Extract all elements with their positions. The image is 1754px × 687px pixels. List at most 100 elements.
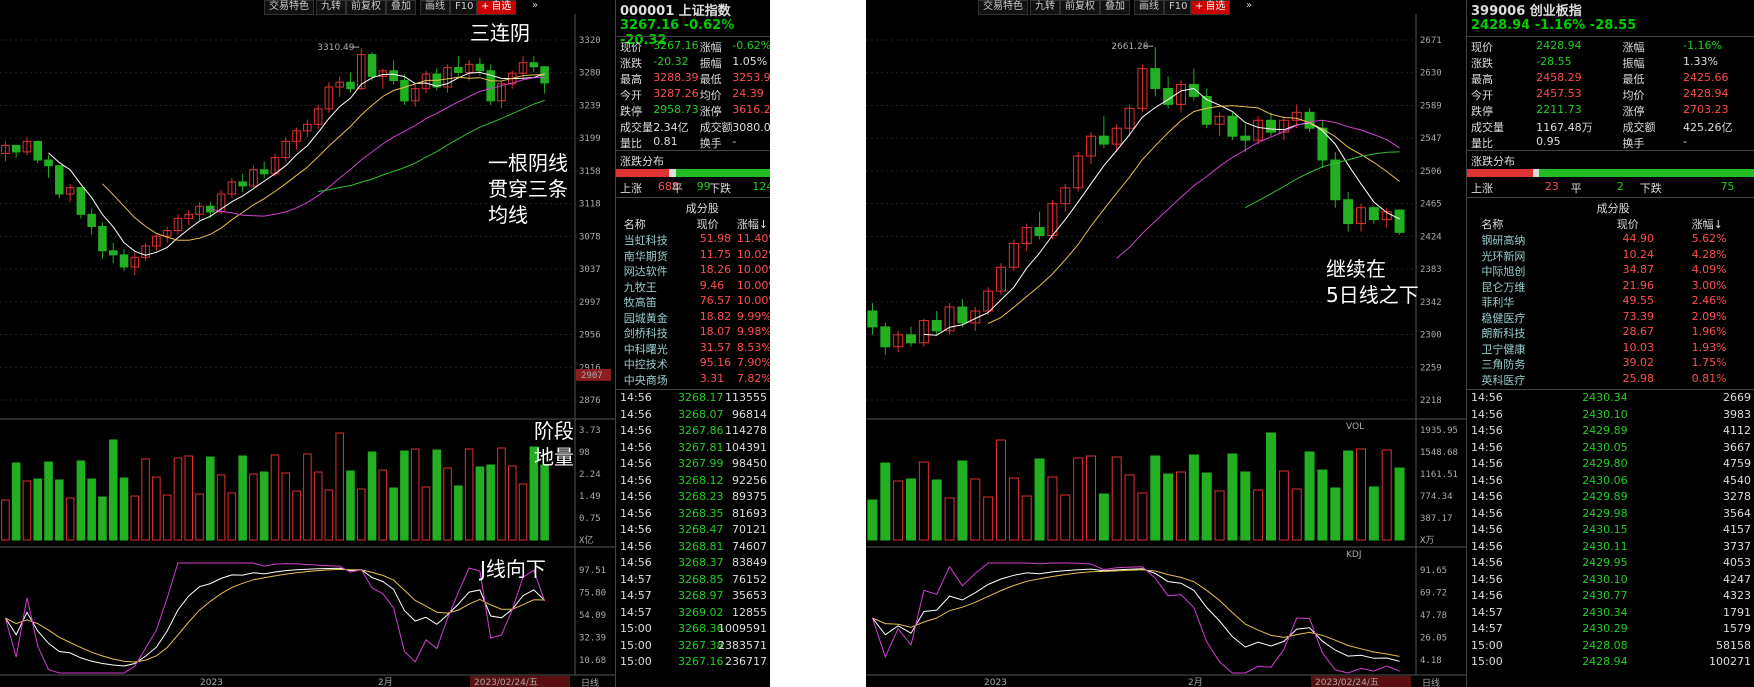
- stock-row[interactable]: 光环新网 10.24 4.28%: [1467, 247, 1754, 264]
- quote-row: 今开 3287.26 均价 24.39: [616, 86, 770, 103]
- date-box: 2023/02/24/五: [474, 678, 538, 687]
- candle-body-41: [1394, 209, 1405, 233]
- volume-bar-9: [98, 496, 107, 541]
- tick-row: 14:56 2430.11 3737: [1467, 539, 1754, 556]
- stock-row[interactable]: 朗新科技 28.67 1.96%: [1467, 324, 1754, 341]
- toolbar-item-6[interactable]: + 自选: [1190, 0, 1231, 15]
- quote-cell-0: 今开: [620, 89, 642, 102]
- tick-cell-1: 2428.08: [1582, 638, 1628, 652]
- volume-bar-34: [367, 451, 377, 541]
- chart-area-cyb[interactable]: 2671 2630 2589 2547 2506 2465 2424 2383 2342 2300…: [866, 0, 1481, 687]
- toolbar-item-3[interactable]: 叠加: [1100, 0, 1130, 15]
- tick-cell-1: 3268.36: [678, 622, 724, 635]
- stock-row[interactable]: 南华期货11.7510.02%: [616, 247, 770, 264]
- quote-cell-2: 最低: [1622, 73, 1645, 86]
- tick-cell-1: 2430.15: [1582, 523, 1628, 536]
- volume-bar-35: [378, 469, 388, 541]
- kline-chart-sh[interactable]: 3320 3280 3239 3199 3158 3118 3078 3037 2997 2956…: [0, 0, 615, 687]
- toolbar-item-1[interactable]: 九转: [1030, 0, 1060, 15]
- stock-row[interactable]: 剑桥科技 18.07 9.98%: [616, 324, 770, 341]
- chart-area-sh[interactable]: 3320 3280 3239 3199 3158 3118 3078 3037 2997 2956…: [0, 0, 615, 687]
- quote-row: 成交量 1167.48万 成交额 425.26亿: [1467, 118, 1754, 135]
- stock-row[interactable]: 中际旭创 34.87 4.09%: [1467, 262, 1754, 279]
- tick-cell-2: 83849: [732, 556, 767, 569]
- kline-chart-cyb[interactable]: 2671 2630 2589 2547 2506 2465 2424 2383 2342 2300…: [866, 0, 1481, 687]
- volume-bar-4: [44, 461, 53, 541]
- volume-bar-18: [195, 493, 204, 541]
- tick-cell-1: 2429.95: [1582, 556, 1628, 569]
- tick-cell-2: 3667: [1723, 440, 1751, 454]
- tick-cell-0: 14:56: [620, 523, 652, 536]
- volume-bar-23: [1163, 473, 1174, 541]
- stock-row[interactable]: 三角防务 39.02 1.75%: [1467, 355, 1754, 372]
- candle-body-29: [1240, 135, 1251, 141]
- tick-cell-2: 1009591: [718, 622, 767, 635]
- vol-tick-3: 1.49: [579, 492, 601, 502]
- quote-row: 量比 0.81 换手 -: [616, 134, 770, 151]
- stock-cell-2: 10.00%: [736, 278, 770, 292]
- toolbar-item-5[interactable]: F10: [1164, 0, 1193, 15]
- stock-row[interactable]: 菲利华 49.55 2.46%: [1467, 293, 1754, 310]
- stock-row[interactable]: 中控技术 95.16 7.90%: [616, 355, 770, 372]
- price-tick-11: 2876: [579, 396, 601, 406]
- stock-row[interactable]: 网达软件18.2610.00%: [616, 262, 770, 279]
- toolbar-item-5[interactable]: F10: [450, 0, 479, 15]
- tick-cell-0: 15:00: [1471, 638, 1503, 652]
- tick-cell-1: 2429.80: [1582, 457, 1628, 470]
- toolbar-item-0[interactable]: 交易特色: [978, 0, 1028, 15]
- stock-row[interactable]: 昆仑万维 21.96 3.00%: [1467, 278, 1754, 295]
- kdj-k-line: [4, 567, 545, 667]
- candle-body-8: [87, 213, 96, 227]
- candle-body-37: [1343, 199, 1354, 225]
- more-icon[interactable]: »: [528, 0, 543, 13]
- candle-body-35: [1317, 127, 1328, 161]
- toolbar-item-2[interactable]: 前复权: [346, 0, 386, 15]
- toolbar-item-3[interactable]: 叠加: [386, 0, 416, 15]
- stock-row[interactable]: 中科曙光 31.57 8.53%: [616, 340, 770, 357]
- stock-row[interactable]: 英科医疗 25.98 0.81%: [1467, 371, 1754, 388]
- toolbar-item-2[interactable]: 前复权: [1060, 0, 1100, 15]
- more-icon[interactable]: »: [1242, 0, 1257, 13]
- quote-cell-0: 量比: [620, 137, 642, 150]
- quote-cell-1: 3267.16: [653, 39, 699, 52]
- stock-row[interactable]: 稳健医疗 73.39 2.09%: [1467, 309, 1754, 326]
- toolbar-item-1[interactable]: 九转: [316, 0, 346, 15]
- toolbar-item-0[interactable]: 交易特色: [264, 0, 314, 15]
- quote-cell-2: 成交额: [1622, 121, 1656, 134]
- toolbar-item-4[interactable]: 画线: [420, 0, 450, 15]
- stock-row[interactable]: 园城黄金 18.82 9.99%: [616, 309, 770, 326]
- stock-row[interactable]: 卫宁健康 10.03 1.93%: [1467, 340, 1754, 357]
- quote-cell-3: 24.39: [732, 87, 764, 100]
- tick-cell-0: 14:56: [620, 556, 652, 569]
- quote-row: 现价 3267.16 涨幅 -0.62%: [616, 38, 770, 55]
- stock-cell-2: 2.09%: [1691, 309, 1727, 323]
- quote-cell-2: 均价: [1622, 89, 1645, 102]
- volume-bar-34: [1304, 451, 1315, 541]
- volume-bar-28: [1227, 453, 1238, 541]
- stock-cell-1: 9.46: [699, 278, 725, 292]
- annotation-0: 三连阴: [470, 21, 530, 45]
- tick-cell-1: 2430.05: [1582, 440, 1628, 454]
- volume-bar-15: [162, 494, 172, 541]
- stock-row[interactable]: 当虹科技51.9811.40%: [616, 231, 770, 248]
- quote-row: 最高 2458.29 最低 2425.66: [1467, 70, 1754, 87]
- toolbar-label-5: F10: [455, 1, 474, 12]
- toolbar-item-6[interactable]: + 自选: [476, 0, 517, 15]
- price-tick-0: 3320: [579, 36, 601, 46]
- candle-body-5: [931, 320, 942, 332]
- stock-row[interactable]: 牧高笛76.5710.00%: [616, 293, 770, 310]
- volume-bar-31: [335, 432, 344, 541]
- index-price: 3267.16 -0.62% -20.32: [620, 18, 735, 48]
- stock-row[interactable]: 中央商场 3.31 7.82%: [616, 371, 770, 388]
- stock-row[interactable]: 九牧王9.4610.00%: [616, 278, 770, 295]
- volume-bar-10: [996, 439, 1006, 541]
- stock-row[interactable]: 钢研高纳 44.90 5.62%: [1467, 231, 1754, 248]
- quote-cell-0: 涨跌: [620, 57, 642, 70]
- toolbar-item-4[interactable]: 画线: [1134, 0, 1164, 15]
- quote-cell-2: 涨幅: [1622, 41, 1645, 54]
- tick-row: 14:56 2429.95 4053: [1467, 555, 1754, 572]
- candle-body-5: [55, 165, 64, 195]
- tick-cell-2: 4112: [1723, 424, 1751, 437]
- stock-cell-1: 18.26: [699, 263, 732, 276]
- plus-icon: +: [1195, 1, 1204, 12]
